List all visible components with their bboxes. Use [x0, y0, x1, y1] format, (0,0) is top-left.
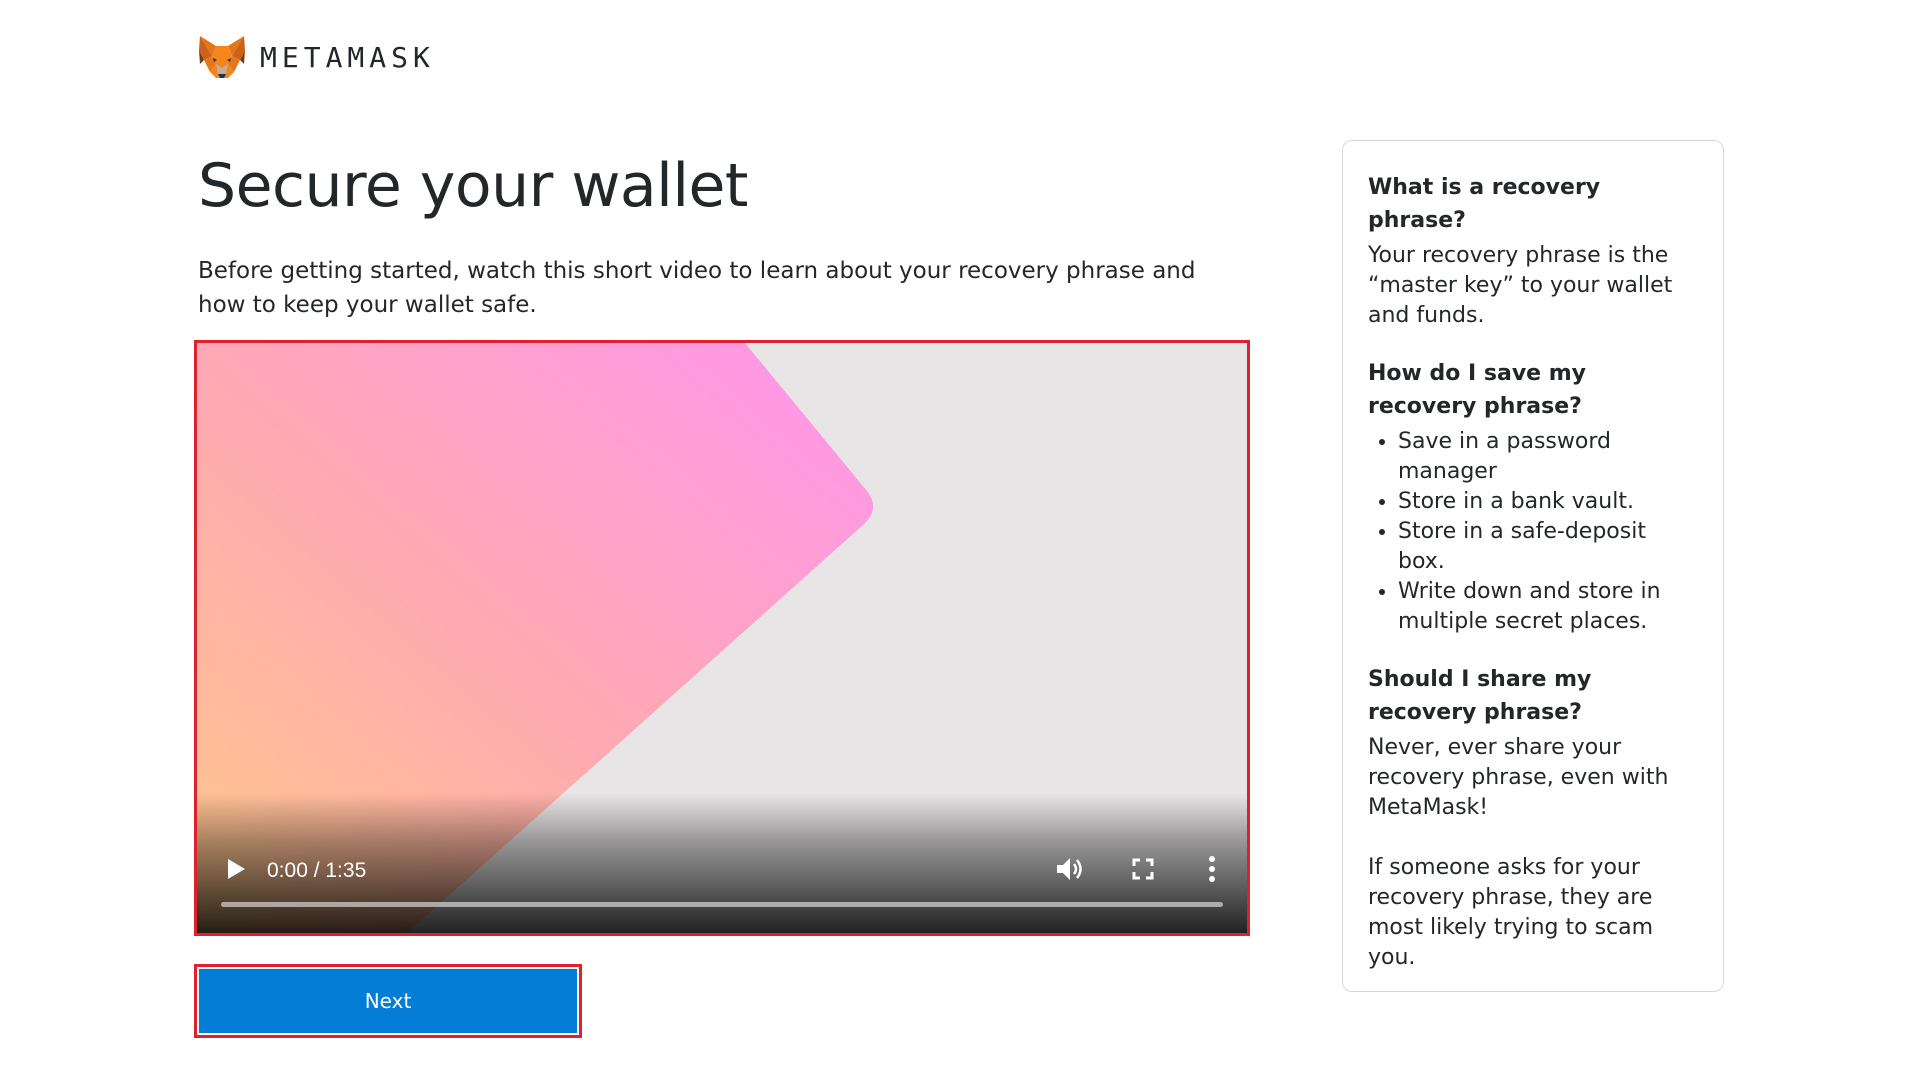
list-item: Write down and store in multiple secret … — [1398, 577, 1699, 637]
intro-text: Before getting started, watch this short… — [198, 258, 1196, 318]
brand-name: METAMASK — [260, 40, 435, 74]
fullscreen-icon[interactable] — [1131, 857, 1155, 881]
play-icon[interactable] — [225, 857, 247, 881]
faq-share-text: Never, ever share your recovery phrase, … — [1368, 735, 1669, 820]
faq-what-heading: What is a recovery phrase? — [1368, 175, 1601, 233]
more-vertical-icon[interactable] — [1207, 855, 1217, 883]
faq-share-heading: Should I share my recovery phrase? — [1368, 667, 1592, 725]
faq-save-section: How do I save my recovery phrase? Save i… — [1368, 357, 1699, 637]
faq-save-list: Save in a password manager Store in a ba… — [1368, 427, 1699, 637]
faq-share-warning: If someone asks for your recovery phrase… — [1368, 855, 1654, 970]
metamask-fox-icon — [198, 34, 246, 80]
list-item: Store in a bank vault. — [1398, 487, 1699, 517]
faq-what-section: What is a recovery phrase? Your recovery… — [1368, 171, 1699, 331]
page: METAMASK Secure your wallet Before getti… — [0, 0, 1913, 1074]
video-time: 0:00 / 1:35 — [267, 859, 367, 882]
metamask-logo: METAMASK — [198, 34, 435, 80]
volume-icon[interactable] — [1055, 855, 1085, 883]
video-controls: 0:00 / 1:35 — [197, 793, 1247, 933]
next-button-highlight: Next — [194, 964, 582, 1038]
faq-save-heading: How do I save my recovery phrase? — [1368, 361, 1587, 419]
video-player[interactable]: 0:00 / 1:35 — [194, 340, 1250, 936]
faq-share-section: Should I share my recovery phrase? Never… — [1368, 663, 1699, 973]
faq-what-text: Your recovery phrase is the “master key”… — [1368, 243, 1673, 328]
list-item: Store in a safe-deposit box. — [1398, 517, 1699, 577]
list-item: Save in a password manager — [1398, 427, 1699, 487]
video-progress-bar[interactable] — [221, 902, 1223, 907]
recovery-phrase-info-card: What is a recovery phrase? Your recovery… — [1342, 140, 1724, 992]
next-button[interactable]: Next — [199, 969, 577, 1033]
page-title: Secure your wallet — [198, 151, 748, 221]
